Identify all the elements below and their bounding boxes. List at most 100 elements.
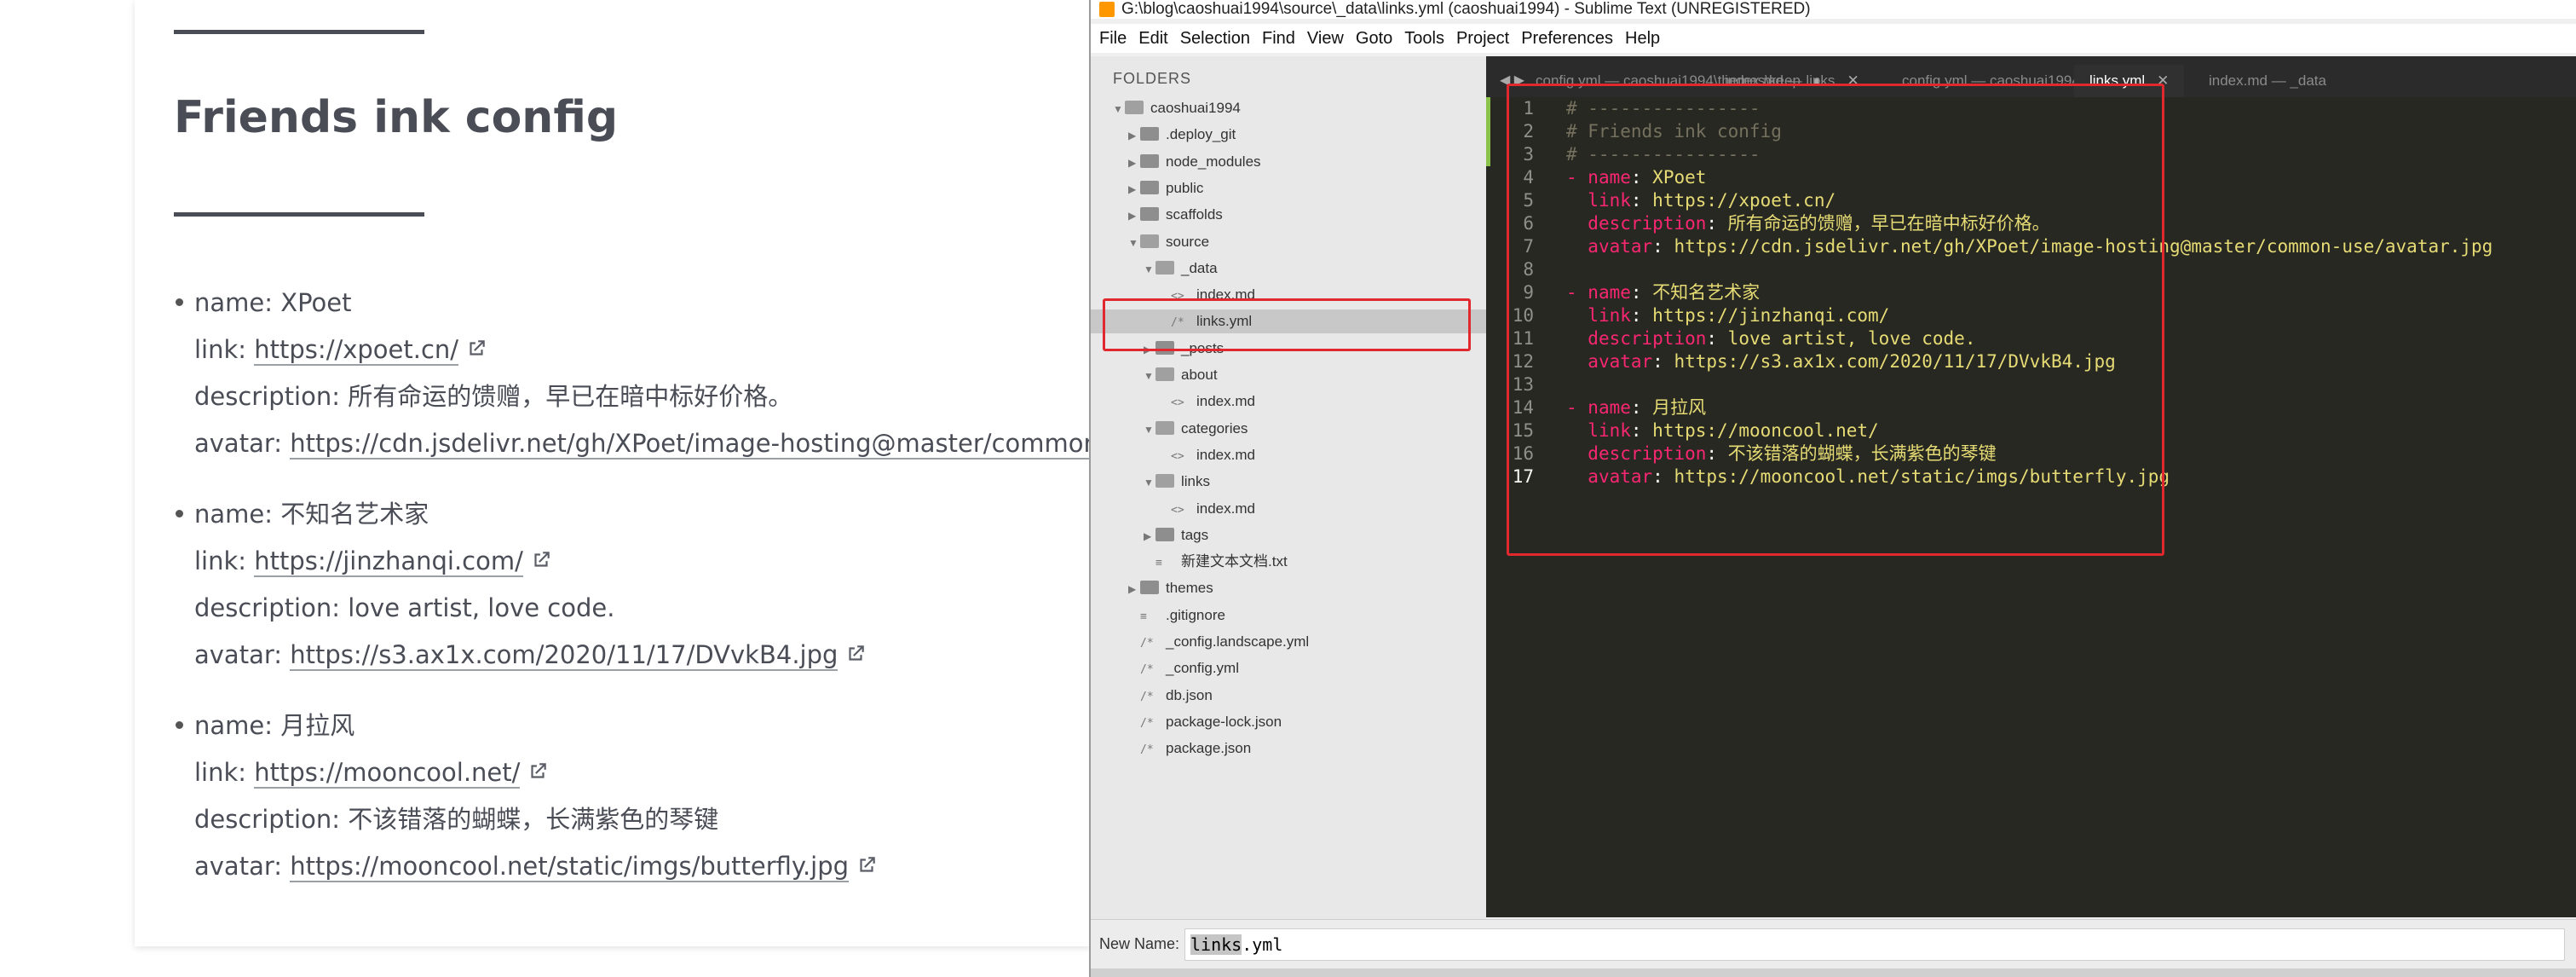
friend-name-text: name: XPoet <box>194 288 352 317</box>
friend-description: description: 所有命运的馈赠，早已在暗中标好价格。 <box>194 373 1091 420</box>
file-icon: ≡ <box>1155 557 1162 570</box>
chevron-down-icon[interactable]: ▼ <box>1128 231 1140 255</box>
sidebar-item-label: package.json <box>1166 740 1252 757</box>
sidebar-item[interactable]: ▼ about <box>1091 363 1486 387</box>
menu-item-file[interactable]: File <box>1099 24 1127 53</box>
menu-item-edit[interactable]: Edit <box>1138 24 1167 53</box>
chevron-right-icon[interactable]: ▶ <box>1128 177 1140 201</box>
chevron-down-icon[interactable]: ▼ <box>1144 471 1155 494</box>
sidebar-item[interactable]: /* _config.yml <box>1091 656 1486 680</box>
sidebar-item-label: caoshuai1994 <box>1150 100 1241 116</box>
sidebar-item[interactable]: <> index.md <box>1091 443 1486 467</box>
chevron-down-icon[interactable]: ▼ <box>1144 257 1155 281</box>
sidebar-item-label: .deploy_git <box>1166 126 1236 143</box>
sidebar-item-label: links <box>1181 473 1211 490</box>
sidebar-item-label: 新建文本文档.txt <box>1181 553 1288 570</box>
sidebar-item[interactable]: ▶ scaffolds <box>1091 203 1486 227</box>
folder-icon <box>1140 207 1159 222</box>
file-icon: /* <box>1140 690 1154 703</box>
file-icon: /* <box>1140 663 1154 677</box>
friend-avatar-row: avatar: https://s3.ax1x.com/2020/11/17/D… <box>194 632 1091 679</box>
external-link-icon[interactable] <box>465 328 487 356</box>
description-text: description: 所有命运的馈赠，早已在暗中标好价格。 <box>194 382 793 411</box>
sidebar-item[interactable]: ▶ public <box>1091 176 1486 200</box>
sidebar-item[interactable]: ▼ links <box>1091 470 1486 494</box>
highlight-box-code <box>1507 84 2164 556</box>
friend-link[interactable]: https://mooncool.net/ <box>254 758 521 789</box>
sidebar: FOLDERS ▼ caoshuai1994 ▶ .deploy_git ▶ node_m… <box>1091 56 1486 919</box>
sidebar-item-label: tags <box>1181 526 1209 543</box>
menu-item-selection[interactable]: Selection <box>1180 24 1250 53</box>
avatar-link[interactable]: https://cdn.jsdelivr.net/gh/XPoet/image-… <box>290 429 1091 460</box>
avatar-link[interactable]: https://s3.ax1x.com/2020/11/17/DVvkB4.jp… <box>290 640 838 671</box>
friend-avatar-row: avatar: https://cdn.jsdelivr.net/gh/XPoe… <box>194 420 1091 467</box>
sidebar-item[interactable]: <> index.md <box>1091 497 1486 521</box>
menu-item-view[interactable]: View <box>1307 24 1344 53</box>
chevron-right-icon[interactable]: ▶ <box>1128 151 1140 175</box>
friend-link-row: link: https://xpoet.cn/ <box>194 327 1091 373</box>
sidebar-item[interactable]: /* db.json <box>1091 684 1486 708</box>
file-icon: <> <box>1171 449 1184 463</box>
new-name-input[interactable]: links.yml <box>1184 928 2565 961</box>
sidebar-item[interactable]: ▶ tags <box>1091 523 1486 547</box>
sidebar-item[interactable]: /* package.json <box>1091 737 1486 760</box>
chevron-right-icon[interactable]: ▶ <box>1128 124 1140 147</box>
chevron-right-icon[interactable]: ▶ <box>1128 204 1140 228</box>
sidebar-item[interactable]: ▶ node_modules <box>1091 150 1486 174</box>
sidebar-item[interactable]: ▶ .deploy_git <box>1091 123 1486 147</box>
file-icon: /* <box>1140 637 1154 650</box>
chevron-right-icon[interactable]: ▶ <box>1144 524 1155 548</box>
avatar-label: avatar: <box>194 640 291 669</box>
external-link-icon[interactable] <box>856 845 878 872</box>
heading-rule-bottom <box>174 212 424 217</box>
menu-item-tools[interactable]: Tools <box>1404 24 1444 53</box>
menu-item-goto[interactable]: Goto <box>1356 24 1392 53</box>
link-label: link: <box>194 758 255 787</box>
sidebar-item[interactable]: ≡ .gitignore <box>1091 604 1486 627</box>
window-title: G:\blog\caoshuai1994\source\_data\links.… <box>1121 0 1811 18</box>
sidebar-item[interactable]: /* _config.landscape.yml <box>1091 630 1486 654</box>
folder-icon <box>1140 581 1159 595</box>
sidebar-item[interactable]: ▼ caoshuai1994 <box>1091 96 1486 120</box>
friend-entry: name: XPoet link: https://xpoet.cn/descri… <box>174 280 1091 467</box>
folder-icon <box>1140 127 1159 142</box>
sidebar-item-label: node_modules <box>1166 153 1261 170</box>
external-link-icon[interactable] <box>530 540 552 567</box>
chevron-down-icon[interactable]: ▼ <box>1144 418 1155 442</box>
friend-link[interactable]: https://xpoet.cn/ <box>254 335 459 366</box>
sidebar-item[interactable]: ▶ themes <box>1091 576 1486 600</box>
menu-item-find[interactable]: Find <box>1262 24 1295 53</box>
friend-description: description: love artist, love code. <box>194 585 1091 632</box>
chevron-down-icon[interactable]: ▼ <box>1113 97 1125 121</box>
file-icon: ≡ <box>1140 610 1147 623</box>
external-link-icon[interactable] <box>844 633 867 661</box>
folders-header: FOLDERS <box>1113 70 1192 87</box>
rename-panel: New Name: links.yml <box>1091 919 2576 969</box>
chevron-down-icon[interactable]: ▼ <box>1144 364 1155 388</box>
sidebar-item-label: db.json <box>1166 686 1213 703</box>
sidebar-item[interactable]: ▼ categories <box>1091 417 1486 441</box>
avatar-link[interactable]: https://mooncool.net/static/imgs/butterf… <box>290 852 850 882</box>
link-label: link: <box>194 546 255 575</box>
sidebar-item-label: .gitignore <box>1166 606 1225 623</box>
sublime-logo-icon <box>1099 2 1115 17</box>
description-text: description: 不该错落的蝴蝶，长满紫色的琴键 <box>194 805 719 834</box>
highlight-box-file <box>1103 298 1471 352</box>
sidebar-item-label: themes <box>1166 580 1213 597</box>
menu-item-help[interactable]: Help <box>1625 24 1660 53</box>
menu-item-preferences[interactable]: Preferences <box>1521 24 1613 53</box>
friend-link[interactable]: https://jinzhanqi.com/ <box>254 546 523 577</box>
friend-entry: name: 不知名艺术家 link: https://jinzhanqi.com/… <box>174 491 1091 679</box>
sidebar-item[interactable]: /* package-lock.json <box>1091 710 1486 734</box>
external-link-icon[interactable] <box>527 751 549 778</box>
sidebar-item[interactable]: <> index.md <box>1091 390 1486 413</box>
sidebar-item[interactable]: ▼ source <box>1091 230 1486 254</box>
folder-icon <box>1155 527 1174 541</box>
chevron-right-icon[interactable]: ▶ <box>1128 577 1140 601</box>
menu-item-project[interactable]: Project <box>1456 24 1509 53</box>
tab-4[interactable]: index.md — _data <box>2193 65 2342 97</box>
sidebar-item[interactable]: ▼ _data <box>1091 257 1486 280</box>
new-name-selected-text: links <box>1190 934 1242 955</box>
sidebar-item[interactable]: ≡ 新建文本文档.txt <box>1091 550 1486 574</box>
new-name-label: New Name: <box>1099 935 1180 952</box>
